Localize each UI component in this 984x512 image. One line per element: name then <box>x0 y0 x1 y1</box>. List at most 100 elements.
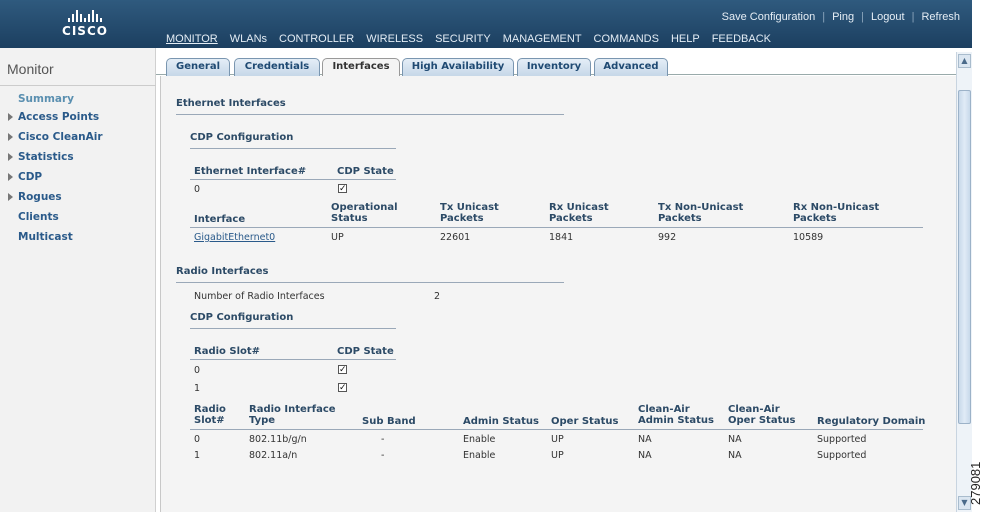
radio-1-cdp-state-checkbox[interactable]: ✓ <box>338 383 347 393</box>
scroll-up-icon[interactable]: ▲ <box>958 54 971 68</box>
save-configuration-link[interactable]: Save Configuration <box>722 11 816 23</box>
sidebar-item-cdp[interactable]: CDP <box>8 171 42 183</box>
nav-commands[interactable]: COMMANDS <box>594 33 659 45</box>
separator: | <box>911 11 915 23</box>
radio-row-oper-status: UP <box>551 434 564 445</box>
divider <box>190 359 396 360</box>
logout-link[interactable]: Logout <box>871 11 905 23</box>
tx-non-unicast-packets-header: Tx Non-Unicast Packets <box>658 202 744 224</box>
divider <box>190 429 923 430</box>
nav-help[interactable]: HELP <box>671 33 700 45</box>
radio-row-regulatory-domain: Supported <box>817 434 867 445</box>
rx-unicast-packets-header: Rx Unicast Packets <box>549 202 609 224</box>
ping-link[interactable]: Ping <box>832 11 854 23</box>
radio-row-clean-air-oper: NA <box>728 434 742 445</box>
sidebar-item-label: Summary <box>18 93 75 105</box>
radio-interface-type-header: Radio Interface Type <box>249 404 336 426</box>
ethernet-interface-number-header: Ethernet Interface# <box>194 166 307 177</box>
nav-security[interactable]: SECURITY <box>435 33 491 45</box>
sidebar-item-label: Cisco CleanAir <box>18 131 103 143</box>
sidebar-item-multicast[interactable]: Multicast <box>18 231 73 243</box>
content-panel: Ethernet Interfaces CDP Configuration Et… <box>160 76 956 512</box>
tab-advanced[interactable]: Advanced <box>594 58 668 76</box>
divider <box>190 227 923 228</box>
operational-status-value: UP <box>331 232 344 243</box>
tab-credentials[interactable]: Credentials <box>234 58 320 76</box>
top-links: Save Configuration | Ping | Logout | Ref… <box>722 11 960 23</box>
radio-row-slot: 1 <box>194 450 201 461</box>
sidebar-item-cisco-cleanair[interactable]: Cisco CleanAir <box>8 131 103 143</box>
separator: | <box>861 11 864 23</box>
sidebar-item-label: CDP <box>18 171 43 183</box>
nav-management[interactable]: MANAGEMENT <box>503 33 582 45</box>
radio-row-clean-air-admin: NA <box>638 450 652 461</box>
expand-arrow-icon <box>8 153 13 161</box>
gigabitethernet0-link[interactable]: GigabitEthernet0 <box>194 232 275 243</box>
divider <box>190 148 396 149</box>
nav-wireless[interactable]: WIRELESS <box>366 33 423 45</box>
expand-arrow-icon <box>8 193 13 201</box>
operational-status-header: Operational Status <box>331 202 398 224</box>
radio-row-type: 802.11a/n <box>249 450 298 461</box>
tab-high-availability[interactable]: High Availability <box>402 58 514 76</box>
radio-slot-1: 1 <box>194 383 201 394</box>
separator: | <box>822 11 826 23</box>
divider <box>190 328 396 329</box>
radio-interfaces-title: Radio Interfaces <box>176 266 269 277</box>
radio-cdp-state-header: CDP State <box>337 346 394 357</box>
radio-row-type: 802.11b/g/n <box>249 434 307 445</box>
sidebar-item-clients[interactable]: Clients <box>18 211 59 223</box>
oper-status-header: Oper Status <box>551 416 619 427</box>
tab-interfaces[interactable]: Interfaces <box>322 58 400 77</box>
rx-non-unicast-packets-header: Rx Non-Unicast Packets <box>793 202 880 224</box>
sidebar-title: Monitor <box>7 61 54 77</box>
radio-row-sub-band: - <box>381 434 385 445</box>
radio-count-value: 2 <box>434 291 441 302</box>
radio-row-oper-status: UP <box>551 450 564 461</box>
nav-controller[interactable]: CONTROLLER <box>279 33 354 45</box>
divider <box>176 114 564 115</box>
divider <box>0 85 156 86</box>
nav-monitor[interactable]: MONITOR <box>166 33 218 45</box>
radio-row-slot: 0 <box>194 434 201 445</box>
radio-count-label: Number of Radio Interfaces <box>194 291 325 302</box>
divider <box>176 282 564 283</box>
sidebar-item-statistics[interactable]: Statistics <box>8 151 74 163</box>
nav-feedback[interactable]: FEEDBACK <box>712 33 771 45</box>
radio-row-admin-status: Enable <box>463 450 496 461</box>
scrollbar-thumb[interactable] <box>958 90 971 424</box>
sidebar-item-rogues[interactable]: Rogues <box>8 191 62 203</box>
radio-slot-header: Radio Slot# <box>194 346 261 357</box>
sidebar-item-label: Multicast <box>18 231 73 243</box>
cisco-logo: CISCO <box>50 8 120 38</box>
radio-row-sub-band: - <box>381 450 385 461</box>
ethernet-cdp-title: CDP Configuration <box>190 132 294 143</box>
ethernet-cdp-state-checkbox[interactable]: ✓ <box>338 184 347 194</box>
radio-row-regulatory-domain: Supported <box>817 450 867 461</box>
radio-row-clean-air-oper: NA <box>728 450 742 461</box>
vertical-scrollbar[interactable]: ▲ ▼ <box>956 52 972 512</box>
tab-general[interactable]: General <box>166 58 230 76</box>
ethernet-interface-number: 0 <box>194 184 201 195</box>
expand-arrow-icon <box>8 173 13 181</box>
radio-0-cdp-state-checkbox[interactable]: ✓ <box>338 365 347 375</box>
divider <box>190 179 396 180</box>
tab-inventory[interactable]: Inventory <box>517 58 591 76</box>
top-banner: CISCO Save Configuration | Ping | Logout… <box>0 0 972 48</box>
radio-cdp-title: CDP Configuration <box>190 312 294 323</box>
cdp-state-header: CDP State <box>337 166 394 177</box>
sidebar-item-summary[interactable]: Summary <box>18 93 74 105</box>
tx-unicast-value: 22601 <box>440 232 471 243</box>
nav-wlans[interactable]: WLANs <box>230 33 267 45</box>
sidebar-item-access-points[interactable]: Access Points <box>8 111 99 123</box>
sidebar-item-label: Rogues <box>18 191 62 203</box>
clean-air-oper-status-header: Clean-Air Oper Status <box>728 404 796 426</box>
refresh-link[interactable]: Refresh <box>921 11 960 23</box>
radio-slot-0: 0 <box>194 365 201 376</box>
tx-non-unicast-value: 992 <box>658 232 677 243</box>
radio-slot-col-header: Radio Slot# <box>194 404 226 426</box>
figure-number: 279081 <box>968 461 983 505</box>
sidebar-item-label: Clients <box>18 211 59 223</box>
cisco-wordmark: CISCO <box>62 24 108 38</box>
rx-non-unicast-value: 10589 <box>793 232 824 243</box>
